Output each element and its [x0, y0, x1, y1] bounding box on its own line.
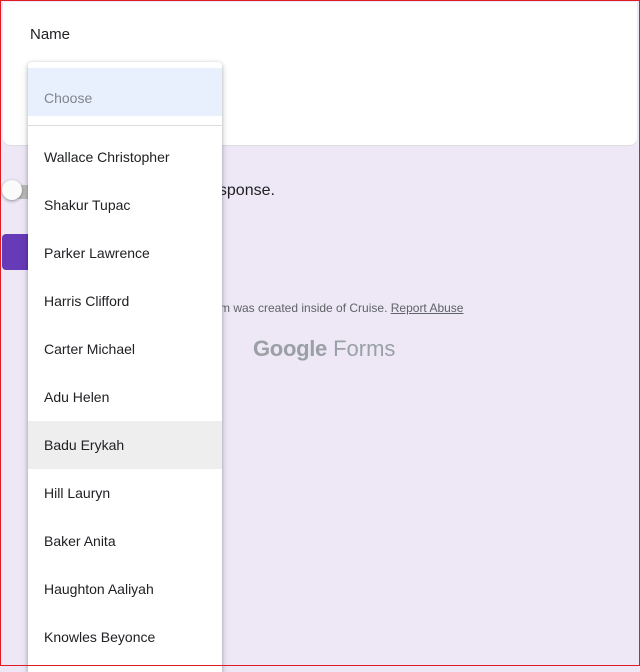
dropdown-divider: [28, 125, 222, 126]
option-label: Harris Clifford: [44, 293, 130, 309]
dropdown-option[interactable]: Hill Lauryn: [28, 469, 222, 517]
option-label: Knowles Beyonce: [44, 629, 156, 645]
option-label: Hill Lauryn: [44, 485, 111, 501]
option-label: Shakur Tupac: [44, 197, 131, 213]
dropdown-placeholder-option[interactable]: Choose: [28, 68, 222, 116]
google-forms-logo: Google Forms: [253, 336, 395, 362]
dropdown-option[interactable]: Baker Anita: [28, 517, 222, 565]
option-label: Parker Lawrence: [44, 245, 150, 261]
option-label: Haughton Aaliyah: [44, 581, 154, 597]
dropdown-option[interactable]: Carter Michael: [28, 325, 222, 373]
dropdown-option[interactable]: Adu Helen: [28, 373, 222, 421]
name-dropdown-menu[interactable]: Choose Wallace Christopher Shakur Tupac …: [28, 62, 222, 672]
dropdown-option[interactable]: Parker Lawrence: [28, 229, 222, 277]
option-label: Wallace Christopher: [44, 149, 170, 165]
dropdown-option[interactable]: Haughton Aaliyah: [28, 565, 222, 613]
dropdown-option-highlighted[interactable]: Badu Erykah: [28, 421, 222, 469]
option-label: Baker Anita: [44, 533, 116, 549]
brand-google: Google: [253, 336, 327, 361]
option-label: Adu Helen: [44, 389, 110, 405]
question-title: Name: [30, 26, 71, 43]
option-label: Carter Michael: [44, 341, 136, 357]
dropdown-option[interactable]: Knowles Beyonce: [28, 613, 222, 661]
brand-forms: Forms: [333, 336, 396, 361]
dropdown-option[interactable]: Wallace Christopher: [28, 133, 222, 181]
dropdown-option[interactable]: Shakur Tupac: [28, 181, 222, 229]
dropdown-option[interactable]: Harris Clifford: [28, 277, 222, 325]
toggle-thumb[interactable]: [2, 180, 22, 200]
report-abuse-link[interactable]: Report Abuse: [391, 301, 464, 315]
footer-note: m was created inside of Cruise. Report A…: [220, 301, 463, 315]
option-label: Badu Erykah: [44, 437, 125, 453]
footer-note-text: m was created inside of Cruise.: [220, 301, 388, 315]
placeholder-label: Choose: [44, 90, 93, 106]
